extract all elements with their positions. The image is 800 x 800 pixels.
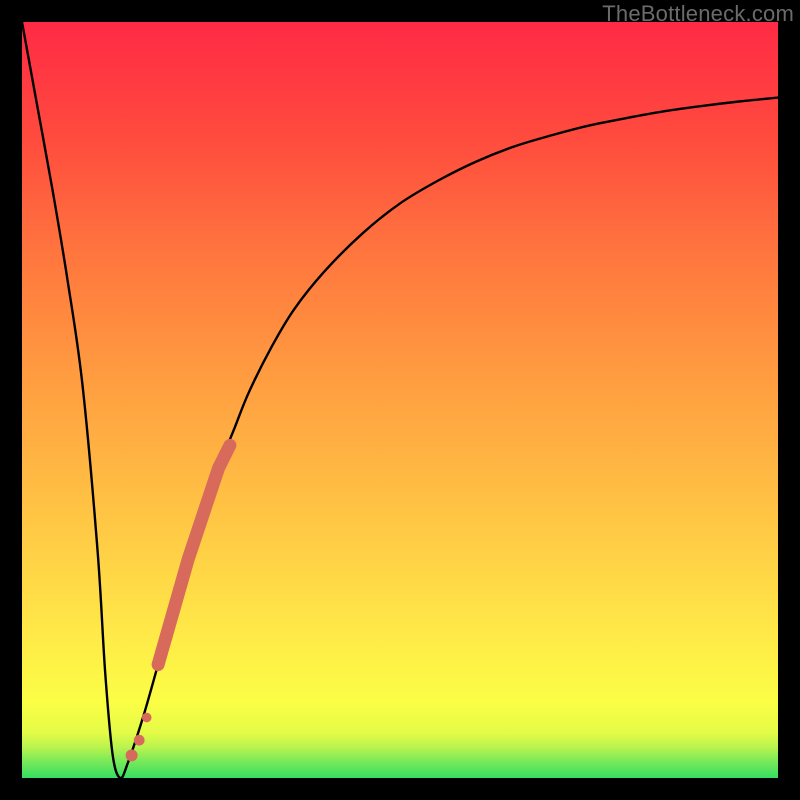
accent-dot (142, 713, 152, 723)
gradient-background (22, 22, 778, 778)
accent-dot (126, 749, 138, 761)
watermark-text: TheBottleneck.com (602, 1, 794, 27)
plot-area (22, 22, 778, 778)
chart-frame: TheBottleneck.com (0, 0, 800, 800)
chart-svg (22, 22, 778, 778)
accent-dot (134, 735, 145, 746)
